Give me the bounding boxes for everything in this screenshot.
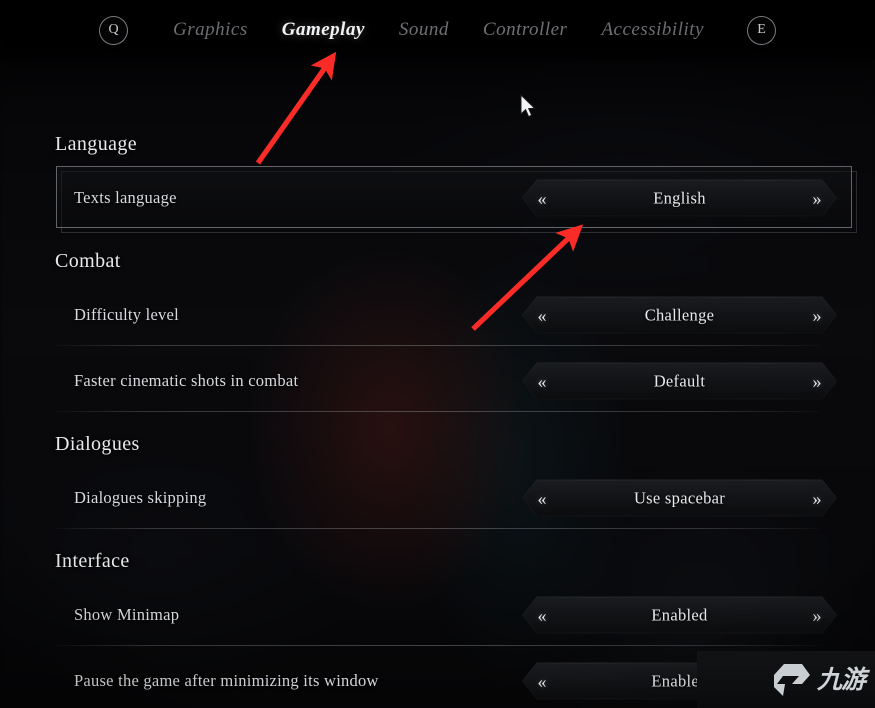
selector-value: Default [653, 371, 706, 390]
settings-tab-bar: Q Graphics Gameplay Sound Controller Acc… [0, 0, 875, 60]
section-title-dialogues: Dialogues [55, 433, 140, 455]
tab-gameplay[interactable]: Gameplay [265, 19, 382, 41]
game-settings-screen: Q Graphics Gameplay Sound Controller Acc… [0, 0, 875, 708]
chevron-double-right-icon[interactable]: » [800, 489, 834, 507]
row-divider [55, 528, 820, 529]
selector-faster-cinematic-shots[interactable]: « Default » [522, 363, 837, 400]
settings-panel: Language Texts language « English » Comb… [0, 60, 875, 708]
tab-controller[interactable]: Controller [466, 19, 585, 41]
setting-label: Faster cinematic shots in combat [74, 371, 299, 390]
jiuyou-logo-icon [773, 663, 810, 696]
chevron-double-left-icon[interactable]: « [525, 606, 559, 624]
selector-value: Use spacebar [633, 488, 726, 507]
chevron-double-right-icon[interactable]: » [800, 372, 834, 390]
chevron-double-right-icon[interactable]: » [800, 189, 834, 207]
setting-row-dialogues-skipping[interactable]: Dialogues skipping « Use spacebar » [0, 465, 875, 531]
setting-label: Dialogues skipping [74, 488, 207, 507]
chevron-double-left-icon[interactable]: « [525, 189, 559, 207]
section-title-combat: Combat [55, 250, 121, 272]
setting-row-texts-language[interactable]: Texts language « English » [0, 165, 875, 233]
setting-label: Difficulty level [74, 305, 179, 324]
chevron-double-left-icon[interactable]: « [525, 306, 559, 324]
selector-value: Enabled [651, 605, 708, 624]
selector-value: Challenge [644, 305, 715, 324]
row-divider [55, 645, 820, 646]
setting-row-faster-cinematic-shots[interactable]: Faster cinematic shots in combat « Defau… [0, 348, 875, 414]
chevron-double-right-icon[interactable]: » [800, 306, 834, 324]
selector-dialogues-skipping[interactable]: « Use spacebar » [522, 480, 837, 517]
setting-label: Texts language [74, 188, 177, 207]
setting-row-difficulty-level[interactable]: Difficulty level « Challenge » [0, 282, 875, 348]
setting-row-show-minimap[interactable]: Show Minimap « Enabled » [0, 582, 875, 648]
tab-graphics[interactable]: Graphics [156, 19, 265, 41]
selector-value: English [653, 188, 706, 207]
row-divider [55, 411, 820, 412]
selector-difficulty-level[interactable]: « Challenge » [522, 297, 837, 334]
row-divider [55, 345, 820, 346]
tab-accessibility[interactable]: Accessibility [584, 19, 721, 41]
selector-texts-language[interactable]: « English » [522, 180, 837, 217]
section-title-language: Language [55, 133, 138, 155]
tab-sound[interactable]: Sound [382, 19, 466, 41]
chevron-double-left-icon[interactable]: « [525, 672, 559, 690]
chevron-double-left-icon[interactable]: « [525, 489, 559, 507]
chevron-double-right-icon[interactable]: » [800, 606, 834, 624]
chevron-double-left-icon[interactable]: « [525, 372, 559, 390]
watermark-jiuyou: 九游 [697, 651, 875, 708]
setting-label: Pause the game after minimizing its wind… [74, 671, 379, 690]
selector-show-minimap[interactable]: « Enabled » [522, 597, 837, 634]
watermark-text: 九游 [816, 665, 866, 694]
setting-label: Show Minimap [74, 605, 180, 624]
key-badge-q[interactable]: Q [99, 15, 129, 45]
section-title-interface: Interface [55, 550, 130, 572]
key-badge-e[interactable]: E [746, 15, 776, 45]
